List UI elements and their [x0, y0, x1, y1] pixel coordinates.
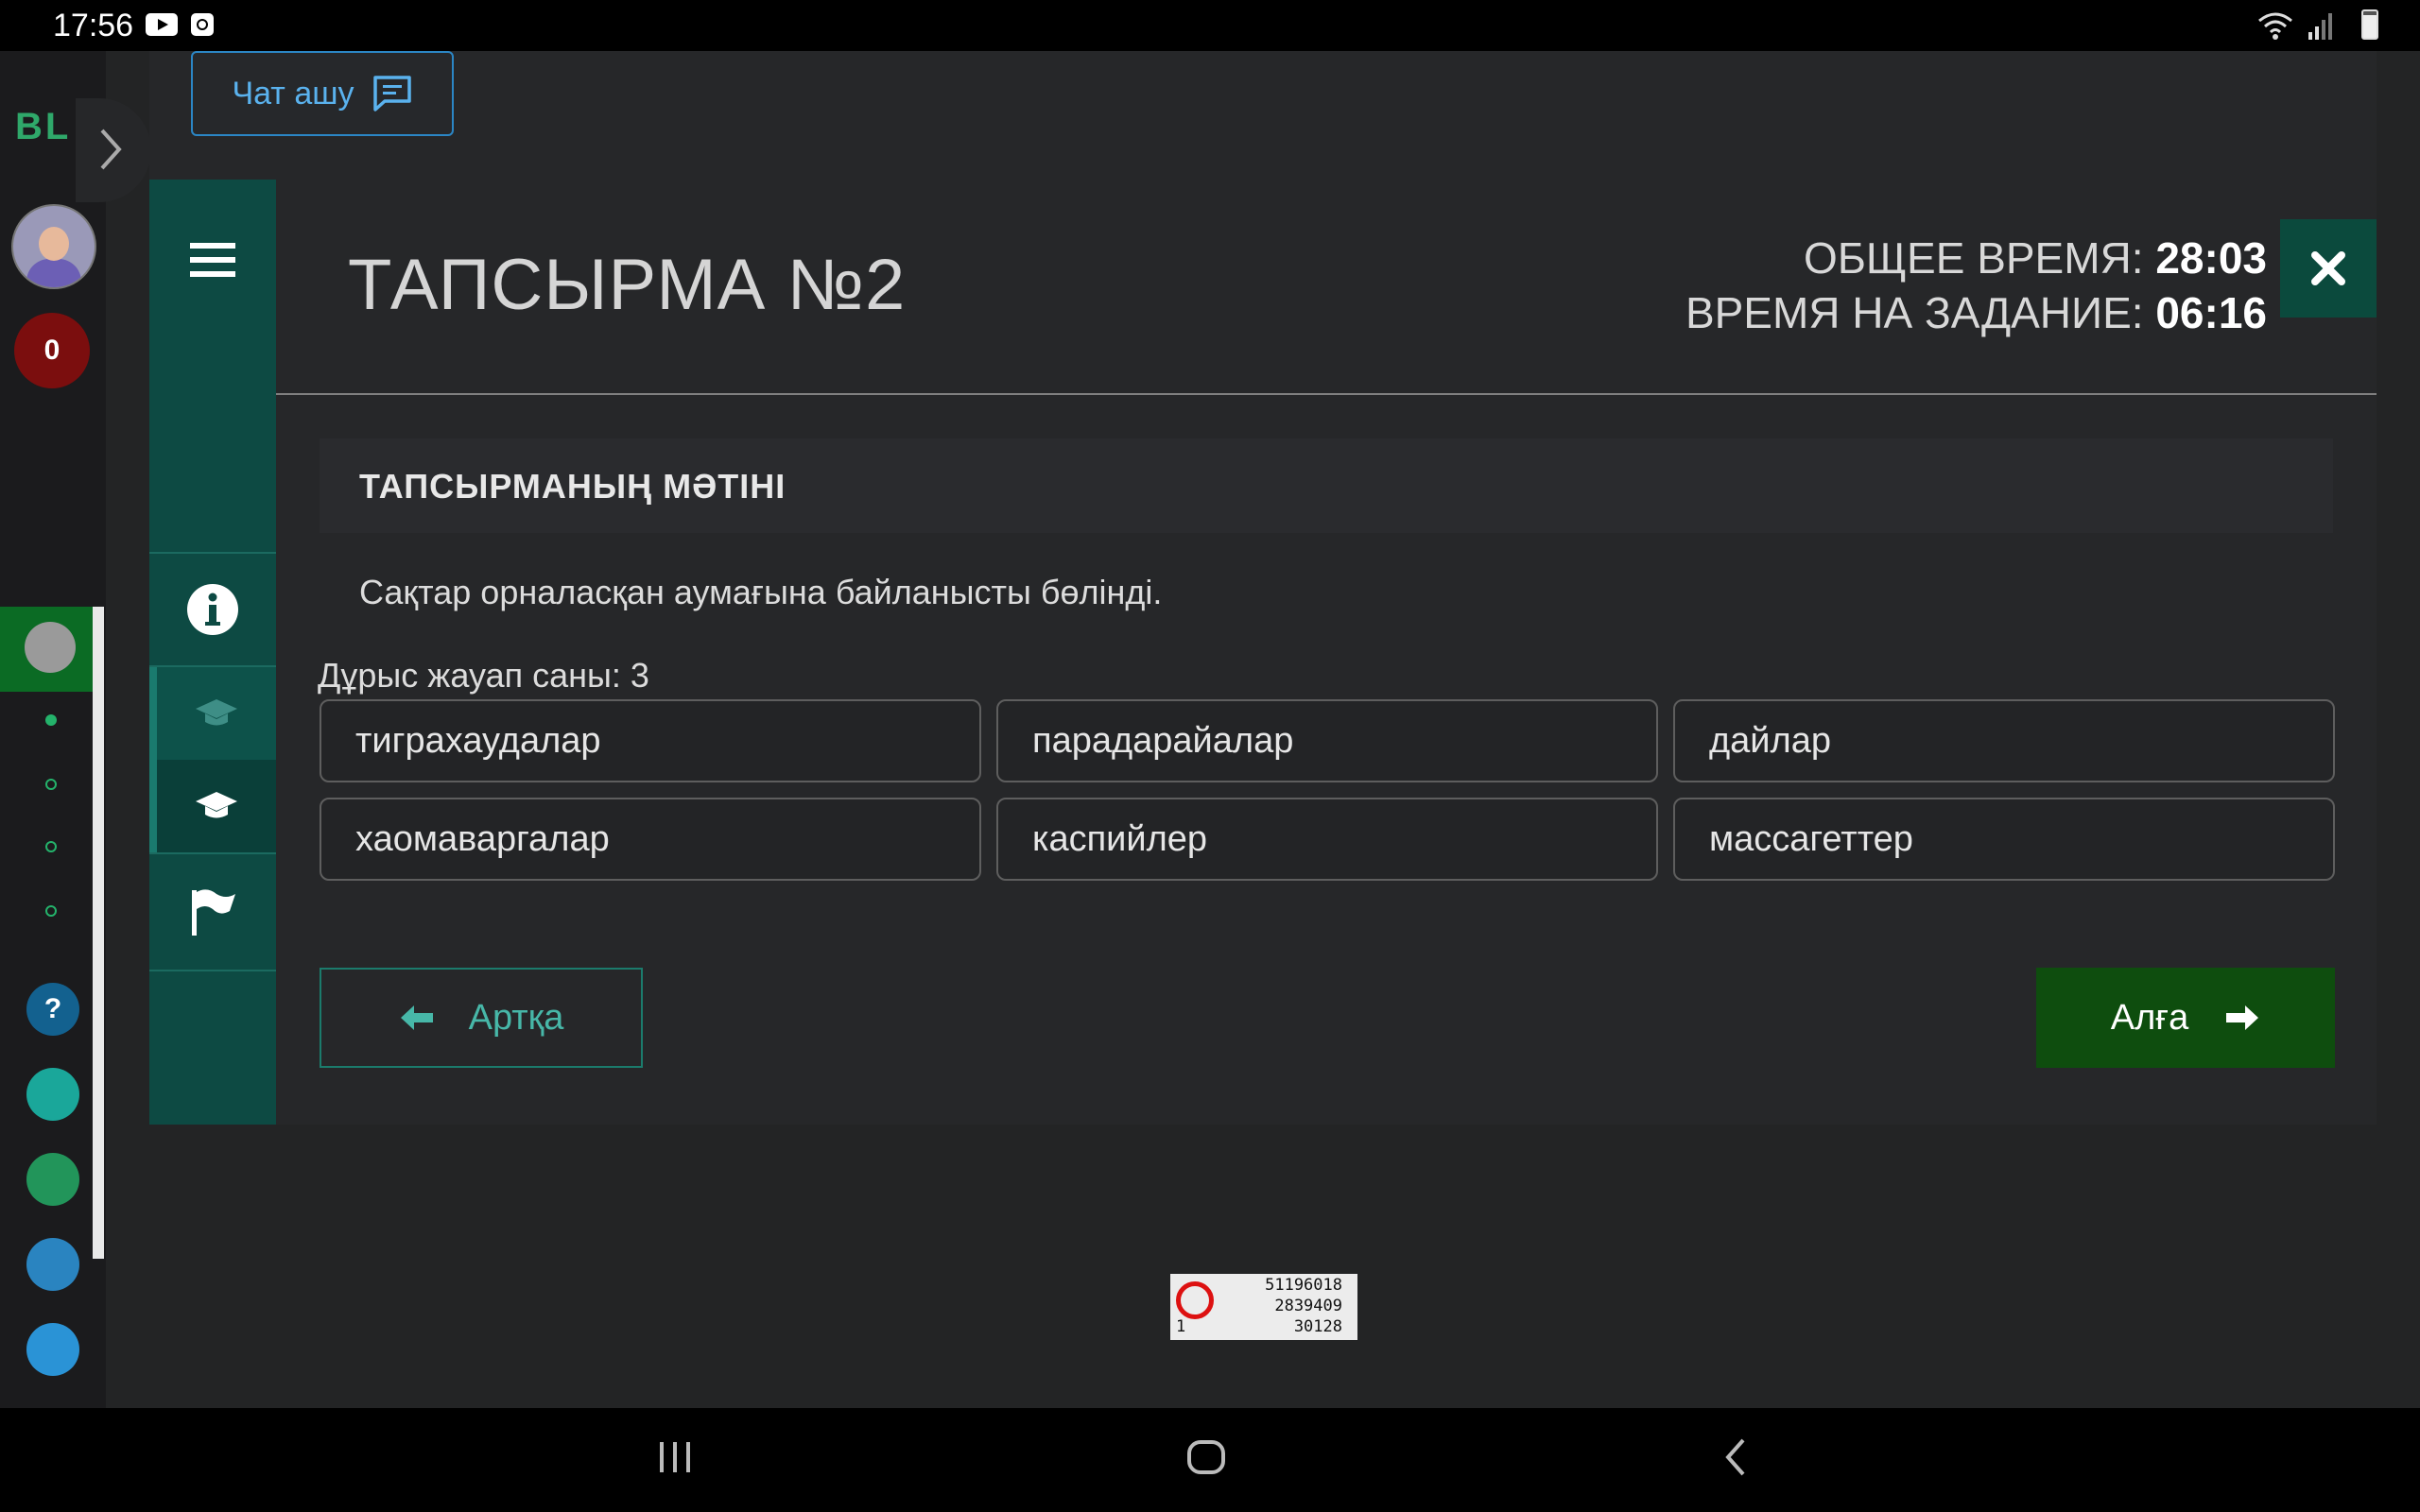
overlay-stamp: 51196018 2839409 30128 1: [1170, 1274, 1357, 1340]
step-dot-current[interactable]: [45, 714, 57, 726]
task-time-value: 06:16: [2155, 288, 2267, 337]
help-icon[interactable]: ?: [26, 983, 79, 1036]
menu-button[interactable]: [149, 180, 276, 340]
left-app-bar: BL 0 ?: [0, 51, 106, 1408]
next-button-label: Алға: [2110, 997, 2189, 1038]
timer: ОБЩЕЕ ВРЕМЯ: 28:03 ВРЕМЯ НА ЗАДАНИЕ: 06:…: [1685, 231, 2267, 340]
stamp-line: 1: [1176, 1317, 1186, 1336]
course-button[interactable]: [149, 760, 276, 852]
status-bar: 17:56: [0, 0, 2420, 51]
lesson-button[interactable]: [149, 667, 276, 760]
home-icon[interactable]: [1185, 1436, 1227, 1478]
total-time-value: 28:03: [2155, 233, 2267, 283]
answer-option[interactable]: тиграхаудалар: [320, 699, 981, 782]
answer-count: Дұрыс жауап саны: 3: [318, 656, 649, 695]
logo: BL: [15, 106, 72, 147]
answer-option[interactable]: каспийлер: [996, 798, 1658, 881]
course-icon: [25, 622, 76, 673]
task-heading: ТАПСЫРМАНЫҢ МӘТІНІ: [359, 467, 786, 506]
stamp-line: 2839409: [1274, 1297, 1342, 1315]
battery-icon: [2361, 9, 2378, 40]
youtube-icon: [146, 13, 178, 36]
chat-icon: [372, 76, 411, 112]
answer-option[interactable]: массагеттер: [1673, 798, 2335, 881]
answer-option[interactable]: хаомаваргалар: [320, 798, 981, 881]
notification-count-badge[interactable]: 0: [14, 313, 90, 388]
answer-option[interactable]: дайлар: [1673, 699, 2335, 782]
wifi-icon: [2258, 12, 2292, 40]
expand-sidebar-button[interactable]: [76, 98, 151, 202]
app-shortcut-icon[interactable]: [26, 1068, 79, 1121]
task-side-nav: [149, 180, 276, 1125]
page-title: ТАПСЫРМА №2: [348, 245, 907, 325]
flag-button[interactable]: [149, 854, 276, 970]
status-time: 17:56: [53, 8, 134, 43]
close-icon: [2311, 251, 2345, 285]
avatar[interactable]: [11, 204, 96, 289]
record-indicator-icon: [1176, 1281, 1214, 1319]
chevron-right-icon: [100, 129, 122, 170]
total-time-label: ОБЩЕЕ ВРЕМЯ:: [1803, 233, 2144, 283]
recent-apps-icon[interactable]: [654, 1436, 696, 1478]
step-dot[interactable]: [45, 841, 57, 852]
scrollbar[interactable]: [93, 607, 104, 1259]
hamburger-icon: [190, 243, 235, 277]
step-dot[interactable]: [45, 779, 57, 790]
total-time: ОБЩЕЕ ВРЕМЯ: 28:03: [1685, 231, 2267, 285]
sidebar-item-active[interactable]: [0, 607, 95, 692]
chat-button-label: Чат ашу: [232, 75, 354, 112]
info-icon: [187, 584, 238, 635]
arrow-left-icon: [400, 1005, 433, 1030]
calendar-icon[interactable]: [26, 1323, 79, 1376]
stamp-line: 30128: [1293, 1317, 1342, 1336]
back-nav-icon[interactable]: [1717, 1436, 1758, 1478]
step-dot[interactable]: [45, 905, 57, 917]
stamp-line: 51196018: [1265, 1276, 1342, 1295]
task-text: Сақтар орналасқан аумағына байланысты бө…: [359, 573, 1163, 611]
graduation-cap-icon: [196, 699, 237, 726]
app-notification-icon: [191, 13, 214, 36]
arrow-right-icon: [2226, 1005, 2259, 1030]
task-time-label: ВРЕМЯ НА ЗАДАНИЕ:: [1685, 288, 2144, 337]
system-navigation-bar: [0, 1408, 2420, 1512]
next-button[interactable]: Алға: [2036, 968, 2335, 1068]
app-shortcut-icon[interactable]: [26, 1153, 79, 1206]
back-button-label: Артқа: [468, 997, 564, 1038]
back-button[interactable]: Артқа: [320, 968, 643, 1068]
app-shortcut-icon[interactable]: [26, 1238, 79, 1291]
close-button[interactable]: [2280, 219, 2377, 318]
answer-option[interactable]: парадарайалар: [996, 699, 1658, 782]
task-time: ВРЕМЯ НА ЗАДАНИЕ: 06:16: [1685, 285, 2267, 340]
header-divider: [276, 393, 2377, 395]
signal-icon: [2308, 13, 2332, 40]
open-chat-button[interactable]: Чат ашу: [191, 51, 454, 136]
flag-icon: [192, 889, 235, 936]
graduation-cap-icon: [196, 792, 237, 818]
info-button[interactable]: [149, 554, 276, 665]
